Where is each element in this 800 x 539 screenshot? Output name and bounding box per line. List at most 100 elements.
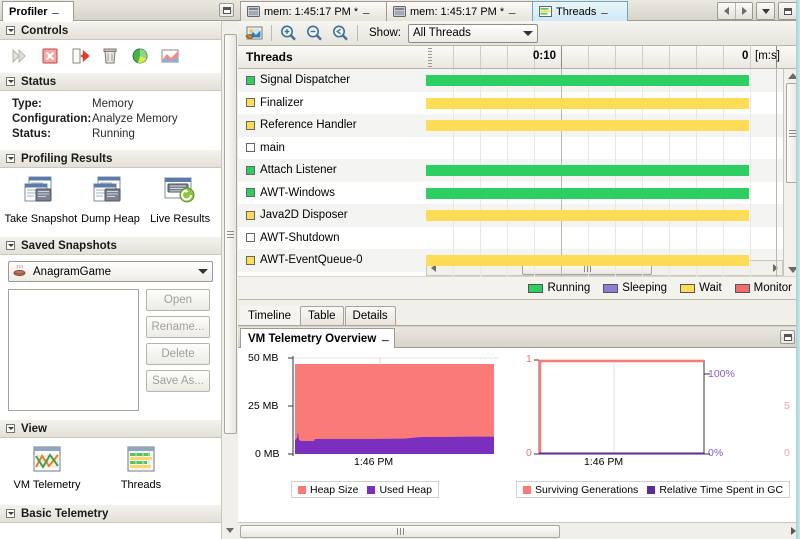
snapshot-buttons: Open Rename... Delete Save As... (146, 289, 210, 411)
vm-telemetry-button[interactable]: VM Telemetry (14, 444, 80, 504)
tab-timeline[interactable]: Timeline (240, 306, 299, 325)
threads-rows[interactable]: Signal Dispatcher Finalizer Reference Ha… (238, 69, 783, 277)
save-image-icon[interactable] (245, 24, 264, 42)
thread-name-cell: AWT-Windows (238, 187, 428, 199)
arrow-left-icon[interactable] (718, 3, 735, 19)
gc-chart[interactable]: 1 0 100% 0% 1:46 PM (506, 356, 756, 472)
chevron-down-icon[interactable] (757, 3, 774, 19)
thread-name-label: Java2D Disposer (260, 209, 348, 221)
table-row[interactable]: AWT-Shutdown (238, 227, 783, 250)
threads-view-button[interactable]: Threads (108, 444, 174, 504)
exit-arrow-icon[interactable] (70, 47, 90, 65)
window-edge (796, 0, 800, 539)
telemetry-horizontal-scrollbar[interactable] (238, 522, 800, 539)
open-snapshot-button[interactable]: Open (146, 289, 210, 311)
table-row[interactable]: Attach Listener (238, 159, 783, 182)
legend-item-heap-size: Heap Size (298, 484, 358, 496)
table-row[interactable]: Finalizer (238, 92, 783, 115)
show-filter-select[interactable]: All Threads (408, 24, 538, 43)
legend-label: Used Heap (379, 484, 432, 496)
vm-telemetry-tabstrip: VM Telemetry Overview ⚊ (238, 327, 800, 348)
chevron-down-icon[interactable] (6, 424, 15, 433)
table-row[interactable]: AWT-Windows (238, 182, 783, 205)
vm-telemetry-panel: VM Telemetry Overview ⚊ 50 MB 25 MB 0 MB (238, 327, 800, 539)
column-splitter[interactable] (428, 48, 432, 67)
chevron-down-icon[interactable] (6, 509, 15, 518)
section-title-view: View (21, 423, 47, 435)
tab-details[interactable]: Details (345, 306, 396, 325)
close-icon[interactable]: ⚊ (600, 7, 608, 16)
telemetry-scrollbar-thumb[interactable] (240, 525, 560, 538)
red-x-icon[interactable] (40, 47, 60, 65)
thread-name-cell: Finalizer (238, 97, 428, 109)
minimize-icon[interactable] (780, 330, 795, 344)
threads-subtabs: Timeline Table Details (238, 299, 800, 325)
table-row[interactable]: Signal Dispatcher (238, 69, 783, 92)
arrow-right-icon[interactable] (735, 3, 752, 19)
table-row[interactable]: Reference Handler (238, 114, 783, 137)
gc-pie-icon[interactable] (130, 47, 150, 65)
live-results-button[interactable]: Live Results (146, 174, 214, 225)
tab-vm-telemetry-overview[interactable]: VM Telemetry Overview ⚊ (240, 328, 395, 348)
controls-toolbar (0, 40, 221, 72)
threads-toolbar: Show: All Threads (238, 21, 800, 46)
thread-timeline-bar (426, 165, 749, 176)
section-header-profiling-results[interactable]: Profiling Results (0, 149, 221, 168)
close-icon[interactable]: ⚊ (381, 334, 389, 343)
take-snapshot-label: Take Snapshot (4, 213, 77, 225)
close-icon[interactable]: ⚊ (52, 7, 60, 16)
section-header-basic-telemetry[interactable]: Basic Telemetry (0, 504, 221, 523)
java-coffee-icon (13, 264, 27, 280)
table-row[interactable]: main (238, 137, 783, 160)
section-body-view: VM Telemetry (0, 438, 221, 504)
legend-label: Wait (699, 282, 722, 294)
section-header-status[interactable]: Status (0, 72, 221, 91)
rename-snapshot-button[interactable]: Rename... (146, 316, 210, 338)
section-title-saved-snapshots: Saved Snapshots (21, 240, 117, 252)
zoom-fit-icon[interactable] (331, 24, 350, 42)
double-chevron-right-icon[interactable] (10, 47, 30, 65)
trash-icon[interactable] (100, 47, 120, 65)
chevron-down-icon[interactable] (6, 154, 15, 163)
sidebar-scrollbar[interactable] (221, 21, 238, 539)
table-row[interactable]: Java2D Disposer (238, 204, 783, 227)
document-tab-mem-2[interactable]: mem: 1:45:17 PM * ⚊ (386, 1, 534, 21)
sidebar-scrollbar-thumb[interactable] (224, 34, 237, 434)
zoom-in-icon[interactable] (279, 24, 298, 42)
threads-classes-chart[interactable]: 5 0 (766, 356, 800, 472)
document-tab-mem-1[interactable]: mem: 1:45:17 PM * ⚊ (240, 1, 388, 21)
dump-heap-button[interactable]: Dump Heap (76, 174, 144, 225)
tab-profiler[interactable]: Profiler ⚊ (2, 1, 74, 21)
snapshots-area: Open Rename... Delete Save As... (8, 289, 213, 411)
chevron-down-icon[interactable] (523, 31, 533, 36)
thread-state-swatch (246, 211, 255, 220)
heap-memory-chart[interactable]: 50 MB 25 MB 0 MB 1:46 PM (244, 356, 499, 472)
thread-name-cell: Java2D Disposer (238, 209, 428, 221)
chevron-down-icon[interactable] (198, 269, 208, 274)
section-header-saved-snapshots[interactable]: Saved Snapshots (0, 236, 221, 255)
legend-label: Heap Size (310, 484, 358, 496)
chevron-down-icon[interactable] (6, 77, 15, 86)
take-snapshot-button[interactable]: Take Snapshot (7, 174, 75, 225)
heap-dump-icon (89, 174, 131, 210)
close-icon[interactable]: ⚊ (508, 7, 516, 16)
section-header-controls[interactable]: Controls (0, 21, 221, 40)
chevron-down-icon[interactable] (6, 241, 15, 250)
section-title-profiling-results: Profiling Results (21, 153, 112, 165)
project-select[interactable]: AnagramGame (8, 261, 213, 282)
thread-state-swatch (246, 121, 255, 130)
snapshot-list[interactable] (8, 289, 139, 411)
chart-icon[interactable] (160, 47, 180, 65)
section-header-view[interactable]: View (0, 419, 221, 438)
minimize-icon[interactable] (219, 3, 234, 17)
delete-snapshot-button[interactable]: Delete (146, 343, 210, 365)
chevron-down-icon[interactable] (6, 26, 15, 35)
scroll-down-icon[interactable] (226, 528, 234, 533)
tab-table[interactable]: Table (300, 306, 344, 325)
threads-icon (124, 444, 158, 476)
maximize-icon[interactable] (779, 3, 796, 19)
zoom-out-icon[interactable] (305, 24, 324, 42)
close-icon[interactable]: ⚊ (362, 7, 370, 16)
save-as-snapshot-button[interactable]: Save As... (146, 370, 210, 392)
document-tab-threads[interactable]: Threads ⚊ (532, 1, 628, 21)
